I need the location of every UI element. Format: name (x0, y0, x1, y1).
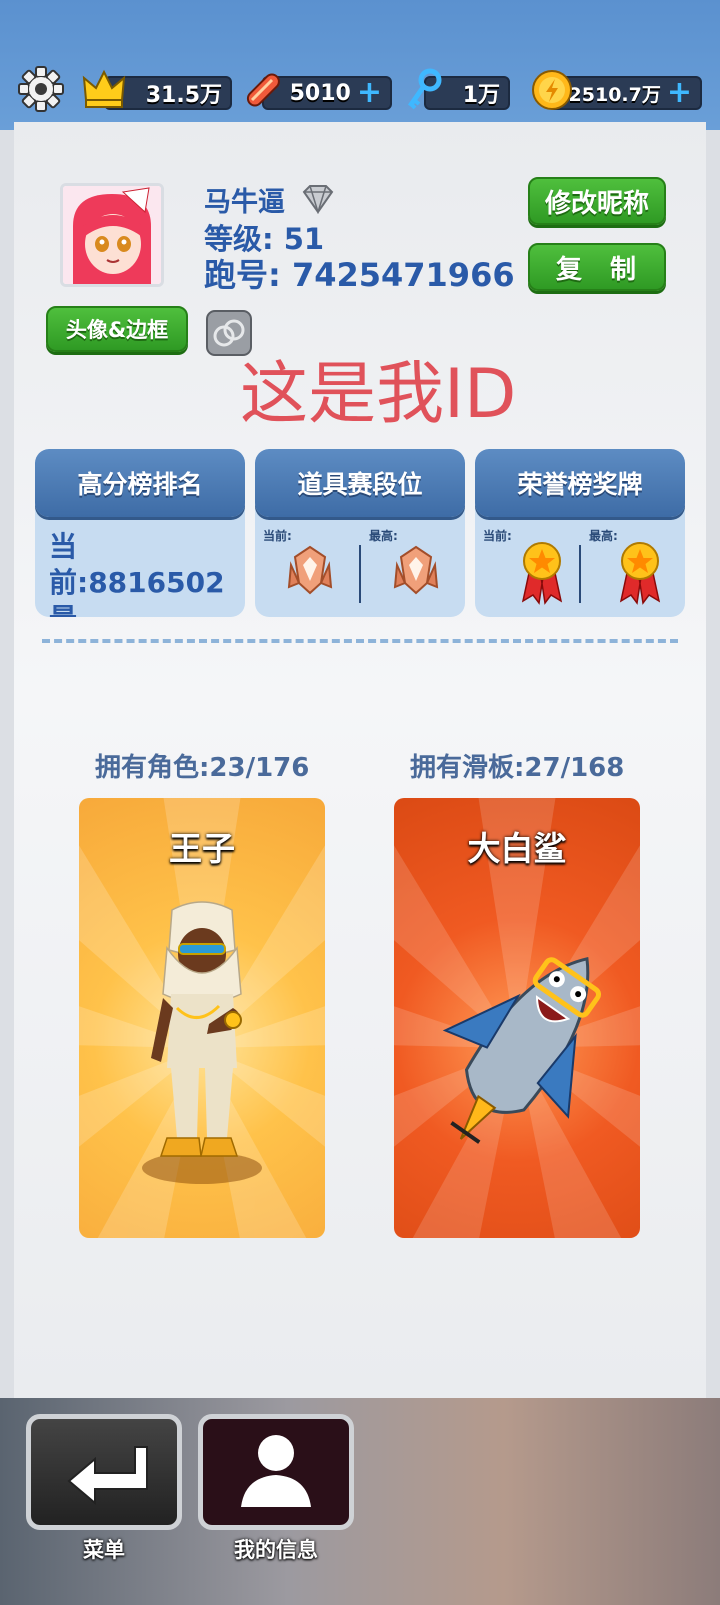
avatar[interactable] (60, 183, 164, 287)
rename-button[interactable]: 修改昵称 (528, 177, 666, 225)
key-count: 1万 (462, 83, 500, 108)
avatar-frame-button[interactable]: 头像&边框 (46, 306, 188, 352)
coin-count: 2510.7万 (568, 83, 661, 106)
honor-card[interactable]: 荣誉榜奖牌 当前: 最高: (475, 449, 685, 617)
honor-best-label: 最高: (589, 529, 618, 543)
board-count: 5010 (289, 80, 351, 106)
board-name: 大白鲨 (467, 829, 567, 868)
bronze-rank-best-icon (393, 545, 439, 595)
gold-medal-best-icon (619, 542, 661, 605)
highscore-card-title: 高分榜排名 (35, 449, 245, 517)
hoverboard-icon (246, 73, 280, 107)
crown-count: 31.5万 (145, 83, 222, 108)
props-divider (359, 545, 361, 603)
highscore-best: 最高:8816502 (35, 601, 245, 617)
crown-icon (82, 69, 126, 108)
honor-current-label: 当前: (483, 529, 512, 543)
coin-icon (532, 70, 572, 110)
avatar-portrait (63, 186, 161, 284)
bronze-rank-icon (287, 545, 333, 595)
props-current-label: 当前: (263, 529, 292, 543)
gear-icon[interactable] (18, 66, 64, 112)
highscore-current: 当前:8816502 (49, 530, 225, 599)
my-info-button[interactable] (198, 1414, 354, 1530)
shark-board-icon (442, 956, 602, 1144)
owned-characters-label: 拥有角色:23/176 (95, 753, 310, 783)
diamond-rank-icon (302, 185, 334, 214)
copy-button[interactable]: 复制 (528, 243, 666, 291)
props-card-title: 道具赛段位 (255, 449, 465, 517)
add-boards-icon[interactable]: + (357, 78, 382, 108)
key-icon (407, 68, 442, 110)
honor-card-title: 荣誉榜奖牌 (475, 449, 685, 517)
menu-label: 菜单 (83, 1538, 125, 1562)
character-card[interactable]: 王子 (79, 798, 325, 1238)
menu-button[interactable] (26, 1414, 182, 1530)
my-info-label: 我的信息 (234, 1538, 318, 1562)
character-name: 王子 (169, 829, 235, 868)
player-id: 跑号: 7425471966 (204, 256, 515, 294)
honor-divider (579, 545, 581, 603)
highscore-card[interactable]: 高分榜排名 当前:8816502 最高:8816502 (35, 449, 245, 617)
prince-character-icon (142, 901, 262, 1184)
props-card[interactable]: 道具赛段位 当前: 最高: (255, 449, 465, 617)
top-status-bar: 31.5万 5010 + 1万 2510.7万 + (0, 66, 720, 122)
owned-boards-label: 拥有滑板:27/168 (410, 753, 625, 783)
id-annotation: 这是我ID (240, 355, 517, 434)
props-best-label: 最高: (369, 529, 398, 543)
board-card[interactable]: 大白鲨 (394, 798, 640, 1238)
player-name: 马牛逼 (204, 187, 285, 218)
back-arrow-icon (67, 1446, 148, 1506)
section-divider (42, 639, 678, 643)
add-coins-icon[interactable]: + (667, 78, 692, 108)
user-silhouette-icon (241, 1435, 311, 1507)
gold-medal-icon (521, 542, 563, 605)
